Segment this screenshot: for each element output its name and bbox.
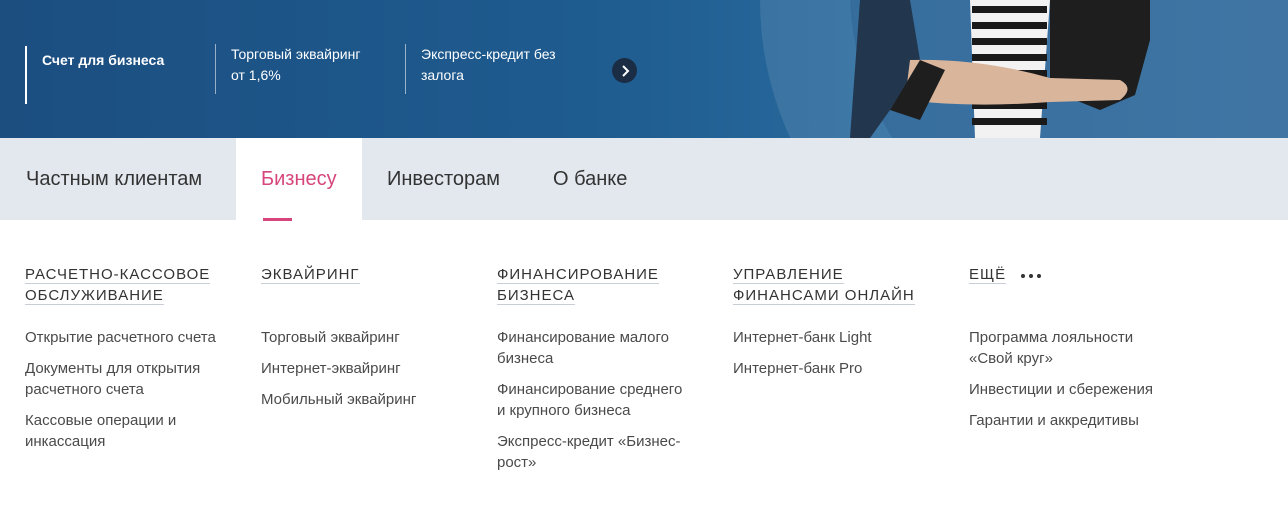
active-tab-indicator (263, 218, 292, 221)
menu-link[interactable]: Инвестиции и сбережения (969, 379, 1189, 400)
heading-line: РАСЧЕТНО-КАССОВОЕ (25, 266, 211, 284)
tab-private-clients[interactable]: Частным клиентам (26, 138, 202, 220)
promo-label: Счет для бизнеса (42, 52, 165, 68)
promo-business-account[interactable]: Счет для бизнеса (25, 46, 205, 104)
column-heading[interactable]: ФИНАНСИРОВАНИЕ БИЗНЕСА (497, 264, 717, 306)
column-links: Открытие расчетного счета Документы для … (25, 327, 245, 452)
heading-line: ЕЩЁ (969, 266, 1007, 284)
column-heading[interactable]: УПРАВЛЕНИЕ ФИНАНСАМИ ОНЛАЙН (733, 264, 953, 306)
menu-column-financing: ФИНАНСИРОВАНИЕ БИЗНЕСА Финансирование ма… (497, 264, 717, 483)
menu-link[interactable]: Финансирование среднего и крупного бизне… (497, 379, 717, 421)
menu-link[interactable]: Открытие расчетного счета (25, 327, 245, 348)
hero-person-image (850, 0, 1150, 138)
heading-line: УПРАВЛЕНИЕ (733, 266, 844, 284)
menu-link[interactable]: Мобильный эквайринг (261, 389, 481, 410)
column-links: Интернет-банк Light Интернет-банк Pro (733, 327, 953, 379)
heading-line: ФИНАНСИРОВАНИЕ (497, 266, 659, 284)
heading-line: БИЗНЕСА (497, 287, 576, 305)
column-heading-more[interactable]: ЕЩЁ (969, 264, 1189, 306)
menu-link[interactable]: Интернет-банк Pro (733, 358, 953, 379)
menu-column-acquiring: ЭКВАЙРИНГ Торговый эквайринг Интернет-эк… (261, 264, 481, 420)
more-dots-icon[interactable] (1021, 265, 1045, 286)
tab-business[interactable]: Бизнесу (236, 138, 362, 220)
menu-link[interactable]: Финансирование малого бизнеса (497, 327, 717, 369)
main-nav: Частным клиентам Бизнесу Инвесторам О ба… (0, 138, 1288, 221)
menu-column-more: ЕЩЁ Программа лояльности «Свой круг» Инв… (969, 264, 1189, 441)
promo-trade-acquiring[interactable]: Торговый эквайринг от 1,6% (215, 44, 395, 94)
column-links: Программа лояльности «Свой круг» Инвести… (969, 327, 1189, 431)
menu-link[interactable]: Торговый эквайринг (261, 327, 481, 348)
column-links: Торговый эквайринг Интернет-эквайринг Мо… (261, 327, 481, 410)
heading-line: ФИНАНСАМИ ОНЛАЙН (733, 287, 915, 305)
tab-investors[interactable]: Инвесторам (387, 138, 500, 220)
menu-column-online-finance: УПРАВЛЕНИЕ ФИНАНСАМИ ОНЛАЙН Интернет-бан… (733, 264, 953, 389)
promo-express-credit[interactable]: Экспресс-кредит без залога (405, 44, 595, 94)
menu-link[interactable]: Экспресс-кредит «Бизнес- рост» (497, 431, 717, 473)
menu-link[interactable]: Гарантии и аккредитивы (969, 410, 1189, 431)
menu-link[interactable]: Интернет-банк Light (733, 327, 953, 348)
promo-next-button[interactable] (612, 58, 637, 83)
chevron-right-icon (621, 64, 629, 77)
promo-label: Торговый эквайринг от 1,6% (231, 46, 361, 83)
heading-line: ОБСЛУЖИВАНИЕ (25, 287, 164, 305)
menu-link[interactable]: Интернет-эквайринг (261, 358, 481, 379)
heading-line: ЭКВАЙРИНГ (261, 266, 360, 284)
menu-column-cash-services: РАСЧЕТНО-КАССОВОЕ ОБСЛУЖИВАНИЕ Открытие … (25, 264, 245, 462)
menu-link[interactable]: Кассовые операции и инкассация (25, 410, 245, 452)
menu-link[interactable]: Программа лояльности «Свой круг» (969, 327, 1189, 369)
column-links: Финансирование малого бизнеса Финансиров… (497, 327, 717, 473)
hero-banner: Счет для бизнеса Торговый эквайринг от 1… (0, 0, 1288, 138)
column-heading[interactable]: РАСЧЕТНО-КАССОВОЕ ОБСЛУЖИВАНИЕ (25, 264, 245, 306)
promo-label: Экспресс-кредит без залога (421, 46, 556, 83)
menu-link[interactable]: Документы для открытия расчетного счета (25, 358, 245, 400)
tab-about-bank[interactable]: О банке (553, 138, 627, 220)
column-heading[interactable]: ЭКВАЙРИНГ (261, 264, 481, 306)
